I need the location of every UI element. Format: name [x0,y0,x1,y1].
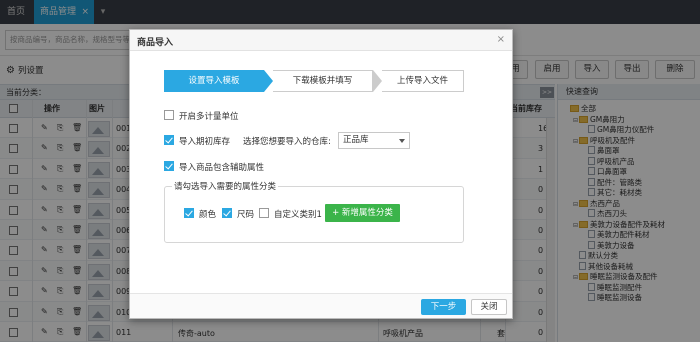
attribute-group: 请勾选导入需要的属性分类 颜色 尺码 自定义类别1 + 新增属性分类 [164,180,464,243]
color-checkbox[interactable] [184,208,194,218]
next-step-button[interactable]: 下一步 [421,299,466,315]
step-arrow [373,70,382,92]
multi-unit-checkbox[interactable] [164,110,174,120]
color-label: 颜色 [199,210,217,220]
close-button[interactable]: 关闭 [471,299,507,315]
dialog-footer: 下一步 关闭 [130,293,512,318]
warehouse-select[interactable]: 正品库 [338,132,410,149]
import-stock-label: 导入期初库存 [179,137,231,147]
step-arrow [264,70,273,92]
multi-unit-label: 开启多计量单位 [179,112,239,122]
import-aux-label: 导入商品包含辅助属性 [179,163,265,173]
import-steps: 设置导入模板 下载模板并填写 上传导入文件 [164,70,464,92]
import-stock-checkbox[interactable] [164,135,174,145]
chevron-down-icon [399,139,405,143]
attribute-group-legend: 请勾选导入需要的属性分类 [172,180,279,192]
dialog-title: 商品导入 [137,38,174,48]
step-upload-file: 上传导入文件 [382,70,464,92]
size-checkbox[interactable] [222,208,232,218]
custom-category-checkbox[interactable] [259,208,269,218]
size-label: 尺码 [237,210,255,220]
custom-category-label: 自定义类别1 [274,210,322,220]
step-set-template: 设置导入模板 [164,70,264,92]
warehouse-value: 正品库 [343,135,369,145]
close-icon[interactable]: × [497,34,505,45]
add-attribute-category-button[interactable]: + 新增属性分类 [325,204,400,222]
import-aux-checkbox[interactable] [164,161,174,171]
dialog-header: 商品导入 × [130,30,512,51]
product-import-dialog: 商品导入 × 设置导入模板 下载模板并填写 上传导入文件 开启多计量单位 导入期… [129,29,513,319]
step-download-template: 下载模板并填写 [273,70,373,92]
warehouse-label: 选择您想要导入的仓库: [243,137,331,147]
